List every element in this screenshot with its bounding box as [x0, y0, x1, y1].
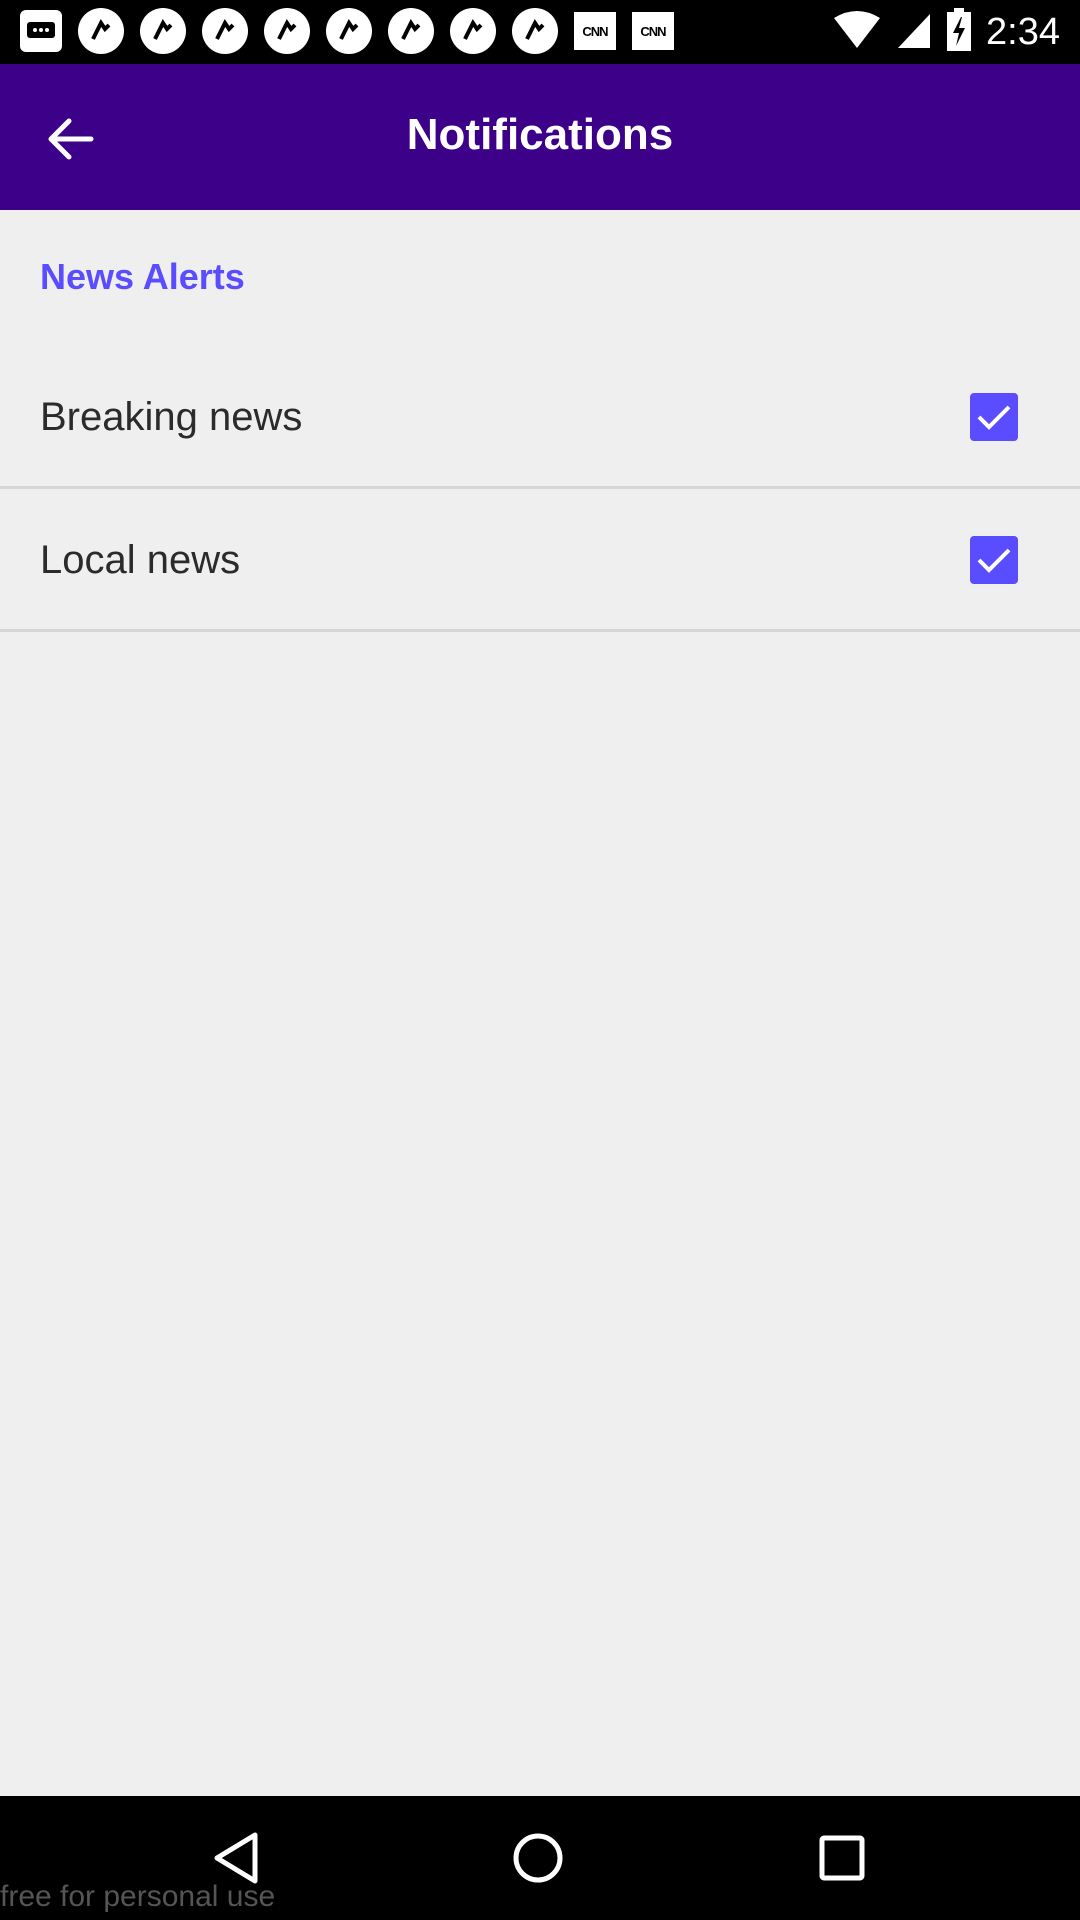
- cnn-label: CNN: [582, 23, 608, 39]
- app-bar: Notifications: [0, 64, 1080, 210]
- app-notification-icon: [140, 8, 186, 54]
- battery-charging-icon: [946, 7, 972, 57]
- square-recents-icon: [819, 1835, 865, 1881]
- circle-home-icon: [513, 1833, 563, 1883]
- navigation-bar: free for personal use: [0, 1796, 1080, 1920]
- section-header-news-alerts: News Alerts: [40, 256, 245, 297]
- app-notification-icon: [78, 8, 124, 54]
- status-right: 2:34: [832, 7, 1060, 57]
- clock: 2:34: [986, 10, 1060, 53]
- setting-label: Local news: [40, 538, 241, 582]
- local-news-checkbox[interactable]: [970, 536, 1018, 584]
- setting-label: Breaking news: [40, 395, 303, 439]
- app-notification-icon: [202, 8, 248, 54]
- triangle-back-icon: [214, 1832, 258, 1884]
- cnn-icon: CNN: [632, 12, 674, 50]
- status-bar: CNN CNN 2:34: [0, 0, 1080, 64]
- watermark-text: free for personal use: [0, 1880, 276, 1913]
- app-notification-icon: [388, 8, 434, 54]
- signal-icon: [896, 10, 932, 55]
- page-title: Notifications: [406, 110, 674, 159]
- setting-row-local-news[interactable]: Local news: [0, 490, 1080, 632]
- app-notification-icon: [326, 8, 372, 54]
- breaking-news-checkbox[interactable]: [970, 393, 1018, 441]
- nav-recents-button[interactable]: [810, 1826, 874, 1890]
- cnn-label: CNN: [640, 23, 666, 39]
- nav-home-button[interactable]: [506, 1826, 570, 1890]
- wifi-icon: [832, 10, 882, 55]
- app-notification-icon: [264, 8, 310, 54]
- setting-row-breaking-news[interactable]: Breaking news: [0, 347, 1080, 489]
- app-notification-icon: [512, 8, 558, 54]
- check-icon: [977, 548, 1011, 573]
- notification-icons: CNN CNN: [20, 8, 674, 54]
- check-icon: [977, 405, 1011, 430]
- app-notification-icon: [450, 8, 496, 54]
- screen: CNN CNN 2:34 Notifications News Alerts B…: [0, 0, 1080, 1920]
- cnn-icon: CNN: [574, 12, 616, 50]
- message-icon: [20, 10, 62, 52]
